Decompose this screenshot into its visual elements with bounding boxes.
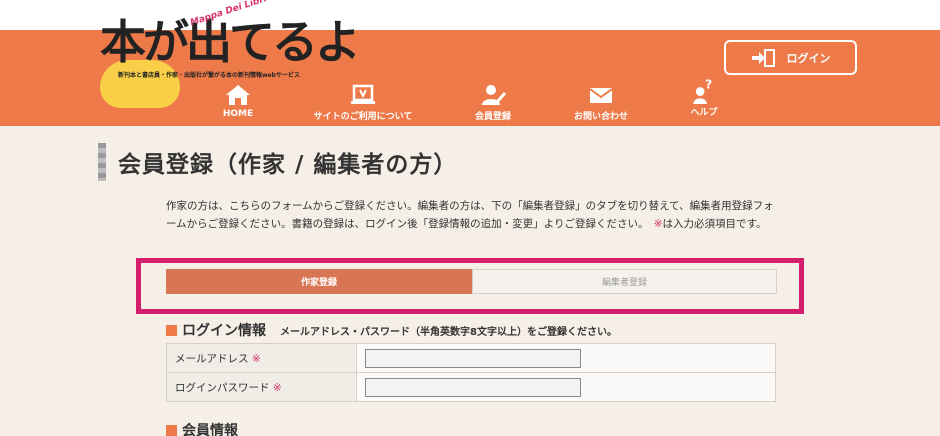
- logo-tagline: 新刊本と書店員・作家・出版社が繋がる本の新刊情報webサービス: [118, 72, 300, 79]
- field-label-cell: メールアドレス ※: [166, 343, 357, 373]
- login-button[interactable]: ログイン: [724, 40, 857, 75]
- nav-item-label: サイトのご利用について: [313, 112, 413, 122]
- login-info-heading: ログイン情報 メールアドレス・パスワード（半角英数字8文字以上）をご登録ください…: [166, 320, 617, 340]
- member-info-heading: 会員情報: [166, 420, 238, 436]
- nav-item-help[interactable]: ? ヘルプ: [682, 78, 726, 118]
- svg-text:?: ?: [705, 78, 712, 92]
- required-mark: ※: [251, 352, 261, 365]
- help-icon: ?: [693, 78, 712, 105]
- field-label-cell: ログインパスワード ※: [166, 372, 357, 402]
- intro-text: 作家の方は、こちらのフォームからご登録ください。編集者の方は、下の「編集者登録」…: [166, 197, 778, 233]
- tab-author-registration[interactable]: 作家登録: [166, 269, 472, 294]
- login-info-table: メールアドレス ※ ログインパスワード ※: [166, 343, 776, 402]
- login-button-label: ログイン: [786, 51, 831, 65]
- login-door-icon: [751, 48, 775, 67]
- email-label: メールアドレス: [175, 352, 249, 365]
- required-note: は入力必須項目です。: [662, 218, 767, 230]
- laptop-icon: [351, 84, 375, 104]
- nav-item-home[interactable]: HOME: [210, 84, 266, 124]
- page-title-block: 会員登録（作家 / 編集者の方）: [98, 143, 457, 181]
- nav-item-label: お問い合わせ: [573, 112, 628, 122]
- section-square-icon: [166, 424, 177, 436]
- section-note: メールアドレス・パスワード（半角英数字8文字以上）をご登録ください。: [280, 326, 617, 338]
- table-row: ログインパスワード ※: [166, 372, 776, 402]
- page-title: 会員登録（作家 / 編集者の方）: [118, 152, 458, 178]
- section-title: ログイン情報: [182, 323, 266, 339]
- table-row: メールアドレス ※: [166, 343, 776, 373]
- nav-item-label: 会員登録: [474, 112, 511, 122]
- nav-item-register[interactable]: 会員登録: [468, 84, 518, 124]
- email-field[interactable]: [365, 348, 581, 368]
- mail-icon: [589, 88, 613, 103]
- password-field[interactable]: [365, 377, 581, 397]
- field-value-cell: [356, 372, 776, 402]
- nav-item-label: ヘルプ: [690, 108, 718, 118]
- site-logo[interactable]: 本が出てるよ: [100, 14, 361, 70]
- required-mark: ※: [653, 218, 663, 230]
- required-mark: ※: [272, 381, 282, 394]
- nav-item-label: HOME: [222, 109, 254, 119]
- user-pen-icon: [482, 85, 506, 105]
- section-title: 会員情報: [182, 423, 238, 436]
- password-label: ログインパスワード: [175, 381, 270, 394]
- nav-item-about[interactable]: サイトのご利用について: [305, 84, 421, 124]
- title-accent-bar: [98, 143, 106, 181]
- home-icon: [226, 85, 250, 105]
- tab-editor-registration[interactable]: 編集者登録: [472, 269, 777, 294]
- field-value-cell: [356, 343, 776, 373]
- nav-item-contact[interactable]: お問い合わせ: [568, 84, 634, 124]
- section-square-icon: [166, 324, 177, 336]
